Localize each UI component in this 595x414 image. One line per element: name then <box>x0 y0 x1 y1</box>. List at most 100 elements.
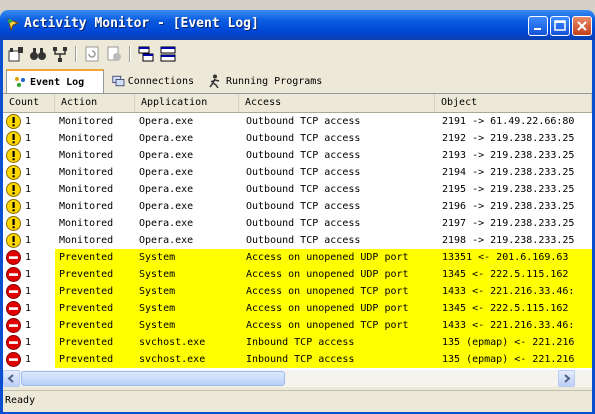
table-row[interactable]: 1 Monitored Opera.exe Outbound TCP access 21… <box>3 164 592 181</box>
cell-access: Outbound TCP access <box>246 167 361 178</box>
cell-count: 1 <box>25 252 32 263</box>
cell-count: 1 <box>25 286 32 297</box>
table-row[interactable]: 1 Prevented System Access on unopened UDP p… <box>3 266 592 283</box>
table-row[interactable]: 1 Monitored Opera.exe Outbound TCP access 21… <box>3 113 592 130</box>
table-row[interactable]: 1 Prevented svchost.exe Inbound TCP access 1… <box>3 351 592 368</box>
cell-action: Prevented <box>59 303 114 314</box>
cell-access: Outbound TCP access <box>246 116 361 127</box>
cell-count: 1 <box>25 320 32 331</box>
chevron-left-icon <box>7 374 14 383</box>
maximize-button[interactable] <box>550 16 570 36</box>
tab-running-programs[interactable]: Running Programs <box>201 70 331 92</box>
cell-access: Outbound TCP access <box>246 218 361 229</box>
cell-application: Opera.exe <box>139 184 194 195</box>
filter-icon[interactable] <box>51 45 69 63</box>
event-log-icon <box>15 77 25 87</box>
cell-access: Outbound TCP access <box>246 235 361 246</box>
running-programs-icon <box>209 74 220 88</box>
cell-count: 1 <box>25 354 32 365</box>
cell-access: Outbound TCP access <box>246 184 361 195</box>
column-header-action[interactable]: Action <box>55 94 135 112</box>
horizontal-scrollbar[interactable] <box>3 370 592 387</box>
properties-icon[interactable] <box>7 45 25 63</box>
blocked-icon <box>6 352 21 367</box>
cell-access: Outbound TCP access <box>246 150 361 161</box>
cell-application: Opera.exe <box>139 133 194 144</box>
table-row[interactable]: 1 Monitored Opera.exe Outbound TCP access 21… <box>3 198 592 215</box>
table-row[interactable]: 1 Monitored Opera.exe Outbound TCP access 21… <box>3 232 592 249</box>
cell-application: System <box>139 269 176 280</box>
cell-object: 135 (epmap) <- 221.216 <box>442 354 575 365</box>
refresh-icon[interactable] <box>83 45 101 63</box>
blocked-icon <box>6 318 21 333</box>
tile-horizontal-icon[interactable] <box>137 45 155 63</box>
table-row[interactable]: 1 Prevented System Access on unopened TCP p… <box>3 317 592 334</box>
cell-access: Outbound TCP access <box>246 201 361 212</box>
cell-action: Prevented <box>59 337 114 348</box>
find-icon[interactable] <box>29 45 47 63</box>
cell-access: Access on unopened UDP port <box>246 252 409 263</box>
tab-label: Connections <box>127 75 194 87</box>
cell-application: svchost.exe <box>139 354 206 365</box>
cell-access: Access on unopened UDP port <box>246 303 409 314</box>
cell-count: 1 <box>25 150 32 161</box>
event-log-list: Count Action Application Access Object 1… <box>3 94 592 370</box>
scroll-thumb[interactable] <box>21 371 285 386</box>
column-header-row: Count Action Application Access Object <box>3 94 592 113</box>
cell-access: Access on unopened TCP port <box>246 320 409 331</box>
cell-action: Monitored <box>59 167 114 178</box>
cell-object: 13351 <- 201.6.169.63 <box>442 252 569 263</box>
blocked-icon <box>6 284 21 299</box>
app-window: Activity Monitor - [Event Log] Event Log… <box>0 0 595 414</box>
warning-icon <box>6 148 21 163</box>
cell-application: System <box>139 320 176 331</box>
blocked-icon <box>6 335 21 350</box>
scroll-left-button[interactable] <box>3 370 20 387</box>
cell-application: System <box>139 252 176 263</box>
cell-access: Access on unopened TCP port <box>246 286 409 297</box>
table-row[interactable]: 1 Prevented System Access on unopened UDP p… <box>3 300 592 317</box>
cell-count: 1 <box>25 133 32 144</box>
status-text: Ready <box>5 395 36 406</box>
table-row[interactable]: 1 Prevented System Access on unopened UDP p… <box>3 249 592 266</box>
close-button[interactable] <box>572 16 592 36</box>
table-row[interactable]: 1 Monitored Opera.exe Outbound TCP access 21… <box>3 130 592 147</box>
warning-icon <box>6 114 21 129</box>
cell-object: 2192 -> 219.238.233.25 <box>442 133 575 144</box>
cell-action: Monitored <box>59 184 114 195</box>
column-header-access[interactable]: Access <box>239 94 435 112</box>
connections-icon <box>112 75 125 87</box>
table-row[interactable]: 1 Monitored Opera.exe Outbound TCP access 21… <box>3 181 592 198</box>
cell-count: 1 <box>25 218 32 229</box>
window-title: Activity Monitor - [Event Log] <box>24 16 259 31</box>
column-header-application[interactable]: Application <box>135 94 239 112</box>
tab-event-log[interactable]: Event Log <box>6 69 104 93</box>
cell-application: Opera.exe <box>139 201 194 212</box>
table-row[interactable]: 1 Monitored Opera.exe Outbound TCP access 21… <box>3 215 592 232</box>
cell-object: 1433 <- 221.216.33.46: <box>442 286 575 297</box>
scroll-right-button[interactable] <box>558 370 575 387</box>
warning-icon <box>6 216 21 231</box>
blocked-icon <box>6 250 21 265</box>
tab-strip: Event Log Connections Running Programs <box>3 68 592 94</box>
table-row[interactable]: 1 Prevented svchost.exe Inbound TCP access 1… <box>3 334 592 351</box>
table-row[interactable]: 1 Monitored Opera.exe Outbound TCP access 21… <box>3 147 592 164</box>
warning-icon <box>6 199 21 214</box>
cell-application: svchost.exe <box>139 337 206 348</box>
column-header-count[interactable]: Count <box>3 94 55 112</box>
cell-action: Monitored <box>59 218 114 229</box>
tile-vertical-icon[interactable] <box>159 45 177 63</box>
minimize-button[interactable] <box>528 16 548 36</box>
table-row[interactable]: 1 Prevented System Access on unopened TCP p… <box>3 283 592 300</box>
cell-action: Prevented <box>59 252 114 263</box>
cell-application: Opera.exe <box>139 235 194 246</box>
title-bar[interactable]: Activity Monitor - [Event Log] <box>0 10 595 40</box>
cell-object: 1345 <- 222.5.115.162 <box>442 303 569 314</box>
clear-icon[interactable] <box>105 45 123 63</box>
warning-icon <box>6 182 21 197</box>
cell-object: 1345 <- 222.5.115.162 <box>442 269 569 280</box>
column-header-object[interactable]: Object <box>435 94 592 112</box>
toolbar-separator <box>129 46 131 62</box>
tab-label: Event Log <box>30 76 85 88</box>
tab-connections[interactable]: Connections <box>106 70 200 92</box>
